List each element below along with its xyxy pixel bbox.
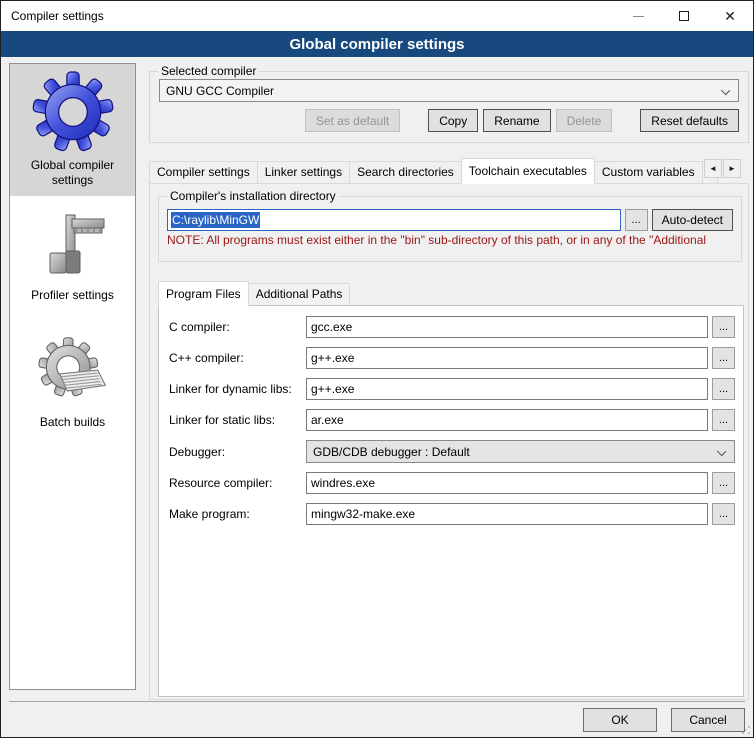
footer-separator [9,701,745,702]
compiler-button-row: Set as default Copy Rename Delete Reset … [150,109,739,132]
toolchain-executables-page: Compiler's installation directory C:\ray… [149,183,749,700]
cpp-compiler-input[interactable] [306,347,708,369]
delete-button[interactable]: Delete [556,109,613,132]
resize-grip[interactable] [741,725,751,735]
field-row-c-compiler: C compiler: ... [169,316,735,338]
install-dir-input[interactable]: C:\raylib\MinGW [167,209,621,231]
window-controls: ✕ [615,1,753,31]
maximize-button[interactable] [661,1,707,31]
field-label: Debugger: [169,445,306,459]
resource-compiler-browse-button[interactable]: ... [712,472,735,494]
tab-toolchain-executables[interactable]: Toolchain executables [461,158,595,184]
installation-directory-row: C:\raylib\MinGW ... Auto-detect [167,209,733,231]
compiler-select-value: GNU GCC Compiler [166,84,274,98]
resource-compiler-input[interactable] [306,472,708,494]
rename-button[interactable]: Rename [483,109,550,132]
subtab-additional-paths[interactable]: Additional Paths [248,283,351,305]
toolchain-subtabs: Program Files Additional Paths [158,280,742,305]
caliper-icon [36,209,110,283]
cpp-compiler-browse-button[interactable]: ... [712,347,735,369]
install-dir-selected-text: C:\raylib\MinGW [171,212,260,228]
field-label: C compiler: [169,320,306,334]
sidebar-item-profiler-settings[interactable]: Profiler settings [10,202,135,311]
ok-button[interactable]: OK [583,708,657,732]
dynamic-linker-input[interactable] [306,378,708,400]
tab-custom-variables[interactable]: Custom variables [594,161,703,183]
minimize-icon [633,16,644,17]
auto-detect-button[interactable]: Auto-detect [652,209,733,231]
compiler-settings-dialog: Compiler settings ✕ Global compiler sett… [0,0,754,738]
selected-compiler-legend: Selected compiler [158,64,259,78]
selected-compiler-group: Selected compiler GNU GCC Compiler Set a… [149,71,749,143]
static-linker-browse-button[interactable]: ... [712,409,735,431]
field-row-dynamic-linker: Linker for dynamic libs: ... [169,378,735,400]
chevron-down-icon [717,447,726,456]
tab-compiler-settings[interactable]: Compiler settings [149,161,258,183]
tab-scroll-left-button[interactable]: ◄ [704,159,722,178]
field-label: Resource compiler: [169,476,306,490]
field-row-resource-compiler: Resource compiler: ... [169,472,735,494]
blue-gear-icon [32,71,114,153]
field-row-cpp-compiler: C++ compiler: ... [169,347,735,369]
subtab-program-files[interactable]: Program Files [158,281,249,306]
compiler-select[interactable]: GNU GCC Compiler [159,79,739,102]
cancel-button[interactable]: Cancel [671,708,745,732]
gear-stack-icon [35,334,111,410]
window-title: Compiler settings [11,9,104,23]
make-program-input[interactable] [306,503,708,525]
close-button[interactable]: ✕ [707,1,753,31]
debugger-select[interactable]: GDB/CDB debugger : Default [306,440,735,463]
field-row-static-linker: Linker for static libs: ... [169,409,735,431]
main-panel: Selected compiler GNU GCC Compiler Set a… [149,63,749,700]
page-title: Global compiler settings [289,36,464,53]
title-bar[interactable]: Compiler settings ✕ [1,1,753,31]
sidebar-item-label: Batch builds [40,415,105,430]
copy-button[interactable]: Copy [428,109,478,132]
field-label: Linker for dynamic libs: [169,382,306,396]
sidebar-item-label: Profiler settings [31,288,114,303]
c-compiler-input[interactable] [306,316,708,338]
footer-button-row: OK Cancel [583,708,745,732]
field-label: Linker for static libs: [169,413,306,427]
install-dir-note: NOTE: All programs must exist either in … [167,233,733,247]
tab-scroll-right-button[interactable]: ► [723,159,741,178]
sidebar-item-batch-builds[interactable]: Batch builds [10,327,135,438]
maximize-icon [679,11,689,21]
tab-linker-settings[interactable]: Linker settings [257,161,350,183]
dynamic-linker-browse-button[interactable]: ... [712,378,735,400]
c-compiler-browse-button[interactable]: ... [712,316,735,338]
field-row-make-program: Make program: ... [169,503,735,525]
close-icon: ✕ [724,9,736,23]
sidebar-item-global-compiler-settings[interactable]: Global compiler settings [10,64,135,196]
install-dir-browse-button[interactable]: ... [625,209,648,231]
field-label: Make program: [169,507,306,521]
settings-sidebar: Global compiler settings Profile [9,63,136,690]
installation-directory-legend: Compiler's installation directory [167,189,339,203]
tab-scroll-arrows: ◄ ► [704,159,741,178]
installation-directory-group: Compiler's installation directory C:\ray… [158,196,742,262]
tab-search-directories[interactable]: Search directories [349,161,462,183]
static-linker-input[interactable] [306,409,708,431]
settings-tabstrip: Compiler settings Linker settings Search… [149,157,749,183]
dialog-header: Global compiler settings [1,31,753,57]
set-as-default-button[interactable]: Set as default [305,109,400,132]
make-program-browse-button[interactable]: ... [712,503,735,525]
debugger-select-value: GDB/CDB debugger : Default [313,445,470,459]
chevron-down-icon [721,86,730,95]
sidebar-item-label: Global compiler settings [12,158,133,188]
minimize-button[interactable] [615,1,661,31]
field-label: C++ compiler: [169,351,306,365]
reset-defaults-button[interactable]: Reset defaults [640,109,739,132]
field-row-debugger: Debugger: GDB/CDB debugger : Default [169,440,735,463]
program-files-page: C compiler: ... C++ compiler: ... Linker… [158,305,744,697]
